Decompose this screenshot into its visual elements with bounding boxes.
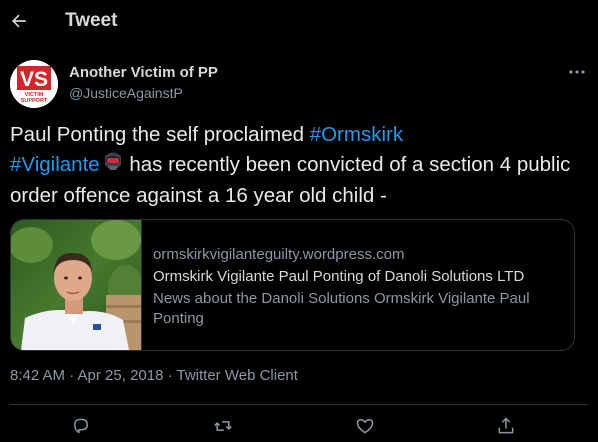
author-display-name[interactable]: Another Victim of PP (69, 64, 218, 81)
page-title: Tweet (65, 10, 118, 31)
link-preview-image (11, 220, 144, 350)
tweet-text: Paul Ponting the self proclaimed #Ormski… (10, 121, 588, 211)
reply-icon (74, 418, 88, 434)
heart-icon (356, 419, 374, 434)
tweet-header: Tweet (0, 0, 598, 42)
hashtag-link[interactable]: #Vigilante (10, 153, 100, 176)
link-description: News about the Danoli Solutions Ormskirk… (153, 290, 530, 327)
link-domain: ormskirkvigilanteguilty.wordpress.com (153, 246, 405, 263)
victim-support-logo: VS VICTIM SUPPORT (10, 60, 58, 108)
retweet-icon (214, 421, 232, 431)
hashtag-link[interactable]: #Ormskirk (310, 123, 403, 146)
like-button[interactable] (354, 415, 376, 437)
share-icon (498, 417, 514, 434)
avatar-logo-text: VS (20, 68, 48, 91)
avatar[interactable]: VS VICTIM SUPPORT (10, 60, 58, 108)
retweet-button[interactable] (212, 415, 234, 437)
link-preview-body: ormskirkvigilanteguilty.wordpress.com Or… (153, 245, 562, 329)
tweet-actions (0, 405, 598, 442)
more-icon (569, 70, 585, 74)
share-button[interactable] (495, 415, 517, 437)
more-options-button[interactable] (566, 64, 588, 80)
reply-button[interactable] (70, 415, 92, 437)
arrow-left-icon (12, 14, 26, 28)
back-button[interactable] (6, 8, 32, 34)
tweet-text-part: Paul Ponting the self proclaimed (10, 123, 310, 146)
author-handle[interactable]: @JusticeAgainstP (69, 85, 183, 101)
link-preview-card[interactable]: ormskirkvigilanteguilty.wordpress.com Or… (10, 219, 575, 351)
mask-emoji-icon (102, 150, 124, 183)
tweet-author: VS VICTIM SUPPORT Another Victim of PP @… (10, 60, 588, 110)
link-title: Ormskirk Vigilante Paul Ponting of Danol… (153, 268, 525, 285)
tweet-timestamp[interactable]: 8:42 AM · Apr 25, 2018 · Twitter Web Cli… (10, 367, 298, 384)
avatar-logo-subtext-2: SUPPORT (21, 98, 48, 104)
